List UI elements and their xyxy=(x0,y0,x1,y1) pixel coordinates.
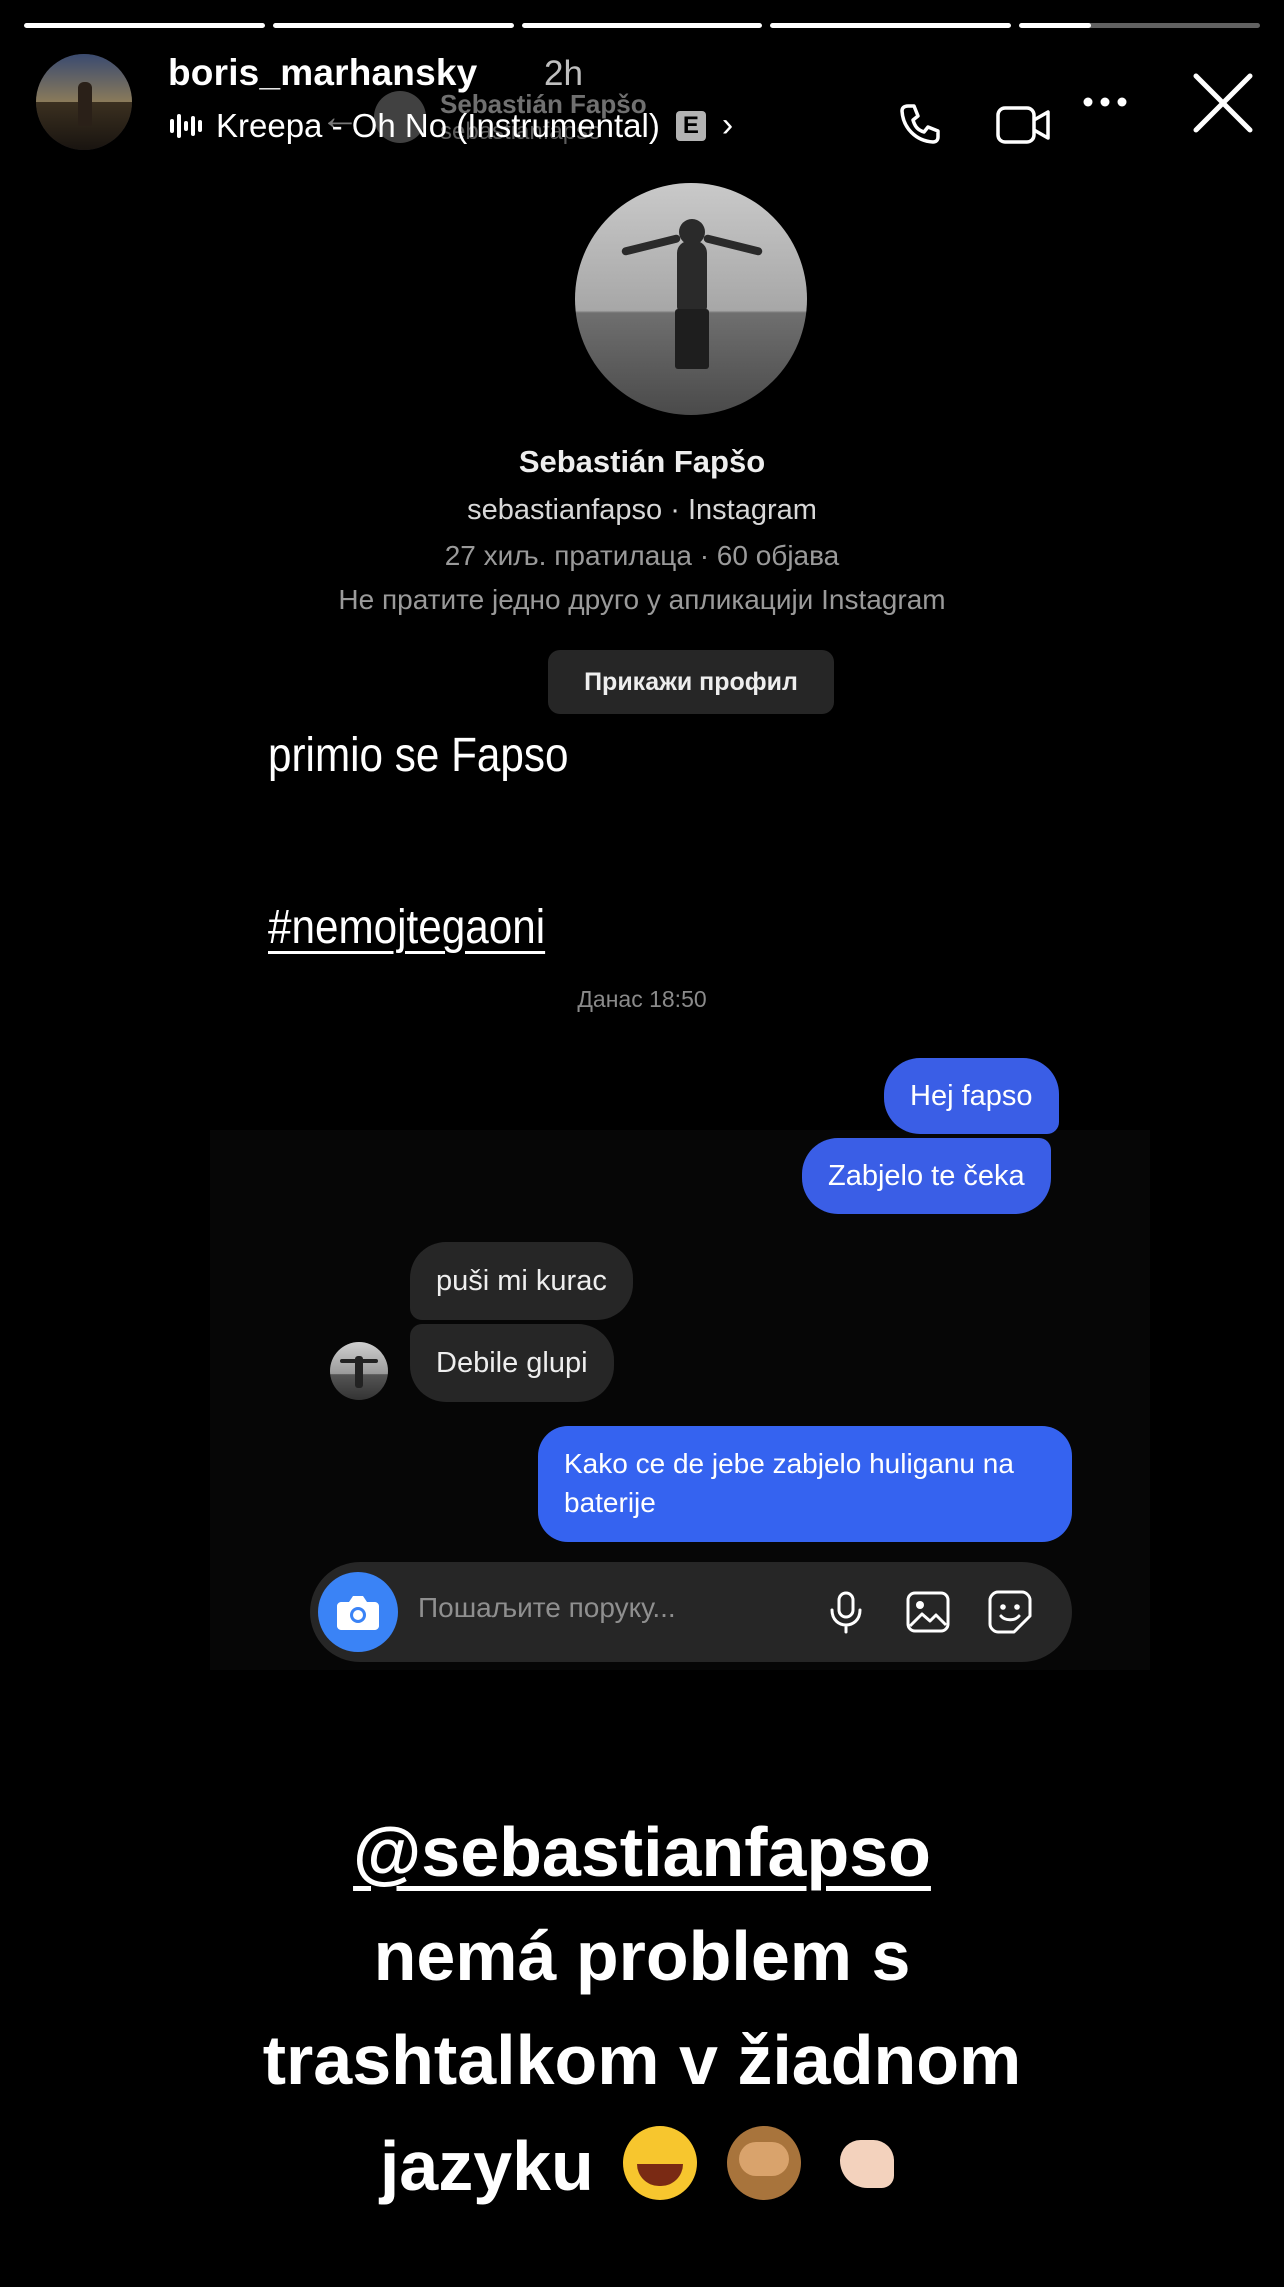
progress-fill xyxy=(521,23,763,28)
laugh-icon xyxy=(623,2126,698,2200)
story-username[interactable]: boris_marhansky xyxy=(168,52,477,94)
monkey-icon xyxy=(726,2126,801,2200)
video-icon[interactable] xyxy=(996,104,1050,146)
mention-sticker[interactable]: @sebastianfapso xyxy=(353,1813,931,1891)
more-icon[interactable] xyxy=(1080,94,1130,110)
sticker-icon[interactable] xyxy=(986,1588,1034,1636)
chat-date-label: Данас 18:50 xyxy=(577,986,707,1012)
progress-segment xyxy=(770,23,1012,28)
progress-fill xyxy=(24,23,265,28)
caption-text: jazyku xyxy=(379,2127,594,2205)
avatar-figure xyxy=(78,82,92,126)
sender-avatar xyxy=(330,1342,388,1400)
message-composer[interactable]: Пошаљите поруку... xyxy=(310,1562,1072,1662)
progress-segment xyxy=(521,23,763,28)
message-input[interactable]: Пошаљите поруку... xyxy=(418,1592,676,1624)
chevron-right-icon: › xyxy=(721,106,734,144)
music-bars-icon xyxy=(170,112,204,140)
incoming-message: Debile glupi xyxy=(410,1324,614,1402)
progress-segment xyxy=(1019,23,1260,28)
photo-arm-right xyxy=(702,233,764,257)
profile-subtitle: sebastianfapso · Instagram xyxy=(467,494,817,526)
progress-fill xyxy=(770,23,1012,28)
microphone-icon[interactable] xyxy=(822,1588,870,1636)
progress-fill xyxy=(272,23,514,28)
profile-stats: 27 хиљ. пратилаца · 60 објава xyxy=(444,540,840,571)
progress-fill xyxy=(1019,23,1092,28)
camera-button[interactable] xyxy=(318,1572,398,1652)
story-text-line: primio se Fapso xyxy=(268,729,569,782)
music-sticker[interactable]: Kreepa - Oh No (Instrumental) E › xyxy=(170,106,733,145)
profile-photo xyxy=(575,183,807,415)
outgoing-message: Kako ce de jebe zabjelo huliganu na bate… xyxy=(538,1426,1072,1542)
close-icon[interactable] xyxy=(1190,70,1256,136)
outgoing-message: Zabjelo te čeka xyxy=(802,1138,1051,1214)
incoming-message: puši mi kurac xyxy=(410,1242,633,1320)
hashtag-sticker[interactable]: #nemojtegaoni xyxy=(268,900,545,955)
muscle-icon xyxy=(830,2126,904,2200)
profile-mutual-note: Не пратите једно друго у апликацији Inst… xyxy=(338,584,946,615)
photo-arm-left xyxy=(620,233,682,257)
explicit-badge: E xyxy=(675,110,706,141)
music-track: Kreepa - Oh No (Instrumental) xyxy=(216,106,660,144)
caption-line: trashtalkom v žiadnom xyxy=(262,2021,1022,2099)
caption-line: @sebastianfapso xyxy=(0,1814,1284,1891)
story-avatar[interactable] xyxy=(36,54,132,150)
profile-name: Sebastián Fapšo xyxy=(518,444,766,479)
story-time: 2h xyxy=(544,54,583,93)
camera-icon xyxy=(337,1596,379,1630)
phone-icon[interactable] xyxy=(896,100,944,148)
photo-body xyxy=(677,241,707,311)
caption-line: nemá problem s xyxy=(373,1917,911,1995)
gallery-icon[interactable] xyxy=(904,1588,952,1636)
caption-line: jazyku xyxy=(0,2126,1284,2205)
progress-segment xyxy=(24,23,265,28)
outgoing-message: Hej fapso xyxy=(884,1058,1059,1134)
view-profile-button[interactable]: Прикажи профил xyxy=(548,650,834,714)
story-progress-bar xyxy=(24,23,1260,28)
progress-segment xyxy=(272,23,514,28)
photo-legs xyxy=(675,309,709,369)
